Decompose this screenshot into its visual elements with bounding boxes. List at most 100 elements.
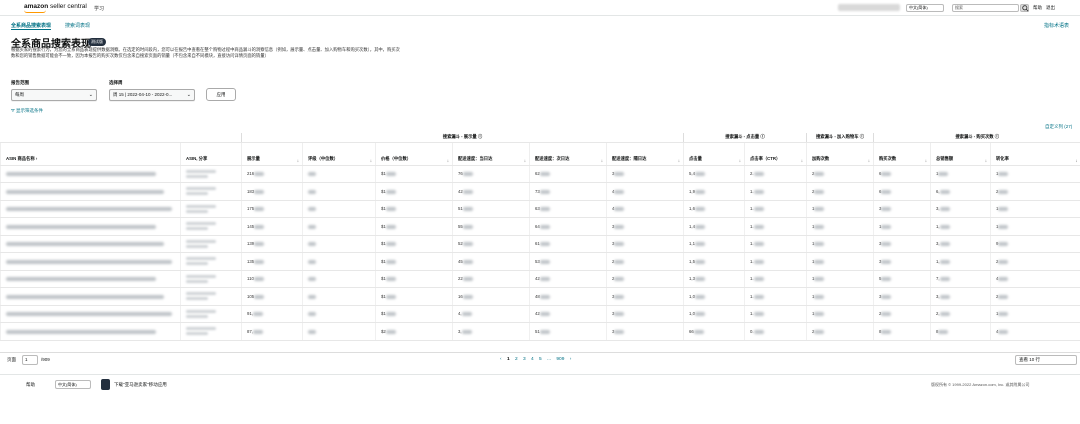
beta-badge: 测试版 <box>88 38 106 46</box>
help-link[interactable]: 帮助 <box>1033 5 1042 11</box>
tab-full-catalog[interactable]: 全系商品搜索表现 <box>11 22 52 30</box>
col-ctr[interactable]: 点击率（CTR） ↓ <box>744 142 807 166</box>
cell-buy: 3 <box>873 252 931 271</box>
cell-conv: 9 <box>990 235 1080 253</box>
search-input[interactable]: 搜索 <box>952 4 1019 12</box>
cell-clicks: 66 <box>683 322 745 341</box>
tab-search-query[interactable]: 搜索词表现 <box>65 22 90 29</box>
cell-clicks: 1,6 <box>683 200 745 218</box>
page-number-input[interactable]: 1 <box>22 355 38 365</box>
asin-title[interactable] <box>0 270 181 288</box>
col-two-day[interactable]: 配送速度：隔日达 ↓ <box>606 142 684 166</box>
seller-central-logo[interactable]: amazon seller central <box>24 3 87 10</box>
asin-title[interactable] <box>0 182 181 201</box>
cell-nd: 42 <box>529 305 607 323</box>
sort-arrow-icon: ↓ <box>369 157 372 163</box>
account-switcher[interactable] <box>838 4 900 11</box>
cell-sd: 3, <box>452 322 530 341</box>
cell-sd: 22 <box>452 270 530 288</box>
logout-link[interactable]: 退出 <box>1046 5 1055 11</box>
search-icon <box>1022 5 1029 12</box>
cell-sd: 42 <box>452 182 530 201</box>
mobile-app-link[interactable]: 下载"亚马逊卖家"移动应用 <box>114 382 167 388</box>
page-link[interactable]: 2 <box>515 357 518 362</box>
report-range-select[interactable]: 每周 ⌄ <box>11 89 97 101</box>
cell-ctr: 1. <box>744 217 807 236</box>
cell-price: $1 <box>375 270 453 288</box>
col-same-day[interactable]: 配送速度：当日达 ↓ <box>452 142 530 166</box>
cell-nd: 73 <box>529 182 607 201</box>
apply-button[interactable]: 应用 <box>206 88 236 101</box>
table-row: 216 $1 76 62 3 5,4 2. 2 6 1 1 <box>0 165 1080 183</box>
asin-title[interactable] <box>0 165 181 183</box>
cell-buy: 3 <box>873 200 931 218</box>
asin-title[interactable] <box>0 217 181 236</box>
cell-nd: 63 <box>529 200 607 218</box>
footer-language-select[interactable]: 中文(简体) <box>55 380 91 389</box>
show-filters-toggle[interactable]: ⛛ 显示筛选条件 <box>11 108 43 114</box>
week-select[interactable]: 周 15 | 2022-04-10 - 2022-0... ⌄ <box>109 89 195 101</box>
cell-td: 4 <box>606 200 684 218</box>
cell-conv: 2 <box>990 182 1080 201</box>
cell-price: $1 <box>375 217 453 236</box>
info-icon[interactable]: ⓘ <box>760 134 764 139</box>
col-next-day[interactable]: 配送速度：次日达 ↓ <box>529 142 607 166</box>
col-cart-adds[interactable]: 加购次数 ↓ <box>806 142 874 166</box>
asin-title[interactable] <box>0 322 181 341</box>
cell-clicks: 1,4 <box>683 217 745 236</box>
pagination-bar: 页面 1 /909 ‹ 1 2 3 4 5 ... 909 › 查看 10 行 <box>0 352 1080 366</box>
col-sales[interactable]: 总销售额 ↓ <box>930 142 991 166</box>
asin-title[interactable] <box>0 287 181 306</box>
asin-share <box>180 217 242 236</box>
next-page-button[interactable]: › <box>570 357 572 362</box>
page-link[interactable]: 909 <box>556 357 564 362</box>
col-purchases[interactable]: 购买次数 ↓ <box>873 142 931 166</box>
asin-title[interactable] <box>0 252 181 271</box>
cell-sd: 4, <box>452 305 530 323</box>
page-link[interactable]: 1 <box>507 357 510 362</box>
cell-sales: 2, <box>930 305 991 323</box>
cell-sd: 16 <box>452 287 530 306</box>
col-conversion[interactable]: 转化率 ↓ <box>990 142 1080 166</box>
sort-arrow-icon: ↓ <box>523 157 526 163</box>
asin-title[interactable] <box>0 200 181 218</box>
info-icon[interactable]: ⓘ <box>478 134 482 139</box>
col-rating[interactable]: 评级（中位数） ↓ <box>302 142 376 166</box>
asin-share <box>180 200 242 218</box>
col-price[interactable]: 价格（中位数） ↓ <box>375 142 453 166</box>
page-link[interactable]: 3 <box>523 357 526 362</box>
page-link[interactable]: 4 <box>531 357 534 362</box>
asin-title[interactable] <box>0 305 181 323</box>
asin-title[interactable] <box>0 235 181 253</box>
page-size-select[interactable]: 查看 10 行 <box>1015 355 1077 365</box>
col-asin-name[interactable]: ASIN 商品名称 › <box>0 142 181 166</box>
cell-nd: 48 <box>529 287 607 306</box>
col-clicks[interactable]: 点击量 ↓ <box>683 142 745 166</box>
col-asin-share[interactable]: ASIN, 分享 <box>180 142 242 166</box>
sort-arrow-icon: ↓ <box>984 157 987 163</box>
info-icon[interactable]: ⓘ <box>860 134 864 139</box>
amazon-smile-icon <box>24 10 46 13</box>
language-select[interactable]: 中文(简体) <box>906 4 944 12</box>
cell-td: 2 <box>606 252 684 271</box>
page-ellipsis: ... <box>547 357 552 362</box>
study-link[interactable]: 学习 <box>94 5 104 12</box>
cell-ctr: 1. <box>744 287 807 306</box>
cell-price: $1 <box>375 252 453 271</box>
cell-buy: 8 <box>873 322 931 341</box>
footer-help-link[interactable]: 帮助 <box>26 382 35 388</box>
info-icon[interactable]: ⓘ <box>995 134 999 139</box>
custom-columns-link[interactable]: 自定义列 (27) <box>1045 124 1072 130</box>
cell-rating <box>302 235 376 253</box>
cell-price: $2 <box>375 322 453 341</box>
chevron-right-icon: › <box>35 155 38 161</box>
cell-nd: 42 <box>529 270 607 288</box>
page-link[interactable]: 5 <box>539 357 542 362</box>
cell-rating <box>302 305 376 323</box>
glossary-link[interactable]: 指标术语表 <box>1044 22 1069 29</box>
search-button[interactable] <box>1020 4 1029 12</box>
cell-clicks: 1,3 <box>683 270 745 288</box>
prev-page-button[interactable]: ‹ <box>500 357 502 362</box>
cell-buy: 6 <box>873 165 931 183</box>
col-impressions[interactable]: 展示量 ↓ <box>241 142 303 166</box>
